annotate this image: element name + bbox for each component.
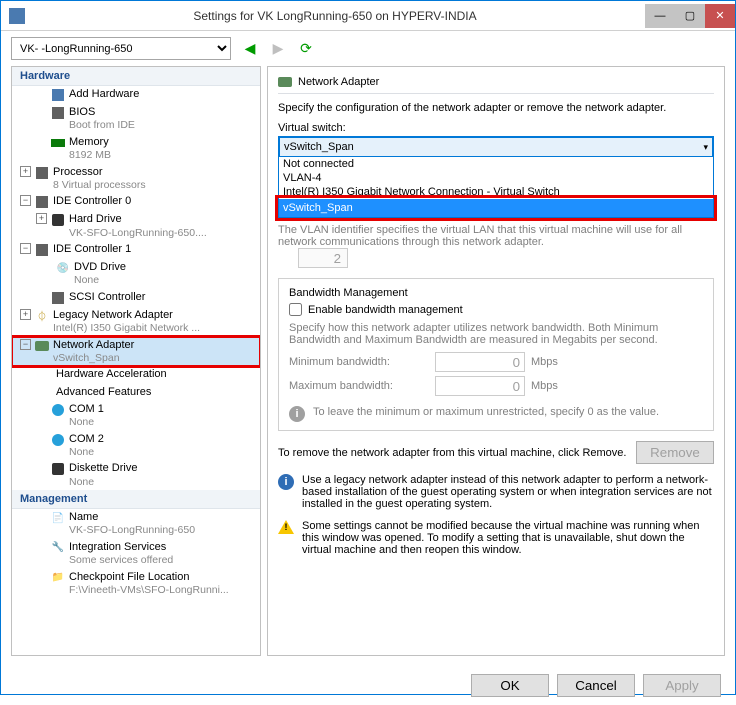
memory-item[interactable]: Memory8192 MB xyxy=(12,134,260,164)
close-button[interactable]: ✕ xyxy=(705,4,735,28)
cancel-button[interactable]: Cancel xyxy=(557,674,635,697)
remove-button: Remove xyxy=(636,441,714,464)
expand-icon[interactable]: + xyxy=(20,166,31,177)
remove-desc: To remove the network adapter from this … xyxy=(278,447,626,459)
vswitch-option-selected[interactable]: vSwitch_Span xyxy=(279,199,713,217)
virtual-switch-dropdown[interactable]: vSwitch_Span ▾ Not connected VLAN-4 Intel… xyxy=(278,136,714,218)
panel-title: Network Adapter xyxy=(298,76,379,88)
ok-button[interactable]: OK xyxy=(471,674,549,697)
min-bandwidth-input xyxy=(435,352,525,372)
dialog-footer: OK Cancel Apply xyxy=(1,666,735,705)
max-bandwidth-input xyxy=(435,376,525,396)
hardware-section: Hardware xyxy=(12,67,260,86)
diskette-item[interactable]: Diskette DriveNone xyxy=(12,460,260,490)
checkpoint-item[interactable]: 📁Checkpoint File LocationF:\Vineeth-VMs\… xyxy=(12,569,260,599)
bandwidth-group: Bandwidth Management Enable bandwidth ma… xyxy=(278,278,714,431)
processor-item[interactable]: +Processor8 Virtual processors xyxy=(12,164,260,194)
ide1-item[interactable]: −IDE Controller 1 xyxy=(12,241,260,259)
bandwidth-title: Bandwidth Management xyxy=(289,287,703,299)
adv-features-item[interactable]: Advanced Features xyxy=(12,384,260,401)
nic-icon xyxy=(278,75,292,89)
add-hardware-item[interactable]: Add Hardware xyxy=(12,86,260,104)
scsi-item[interactable]: SCSI Controller xyxy=(12,289,260,307)
vm-selector[interactable]: VK- -LongRunning-650 xyxy=(11,37,231,60)
chevron-down-icon: ▾ xyxy=(703,142,708,153)
vlan-desc: The VLAN identifier specifies the virtua… xyxy=(278,224,714,248)
management-section: Management xyxy=(12,490,260,509)
info-icon: i xyxy=(278,474,294,490)
nav-back-icon[interactable]: ◀ xyxy=(241,40,259,58)
panel-desc: Specify the configuration of the network… xyxy=(278,102,714,114)
bandwidth-desc: Specify how this network adapter utilize… xyxy=(289,322,703,346)
collapse-icon[interactable]: − xyxy=(20,339,31,350)
network-adapter-item[interactable]: −Network AdaptervSwitch_Span xyxy=(12,337,260,367)
virtual-switch-label: Virtual switch: xyxy=(278,122,714,134)
com2-item[interactable]: COM 2None xyxy=(12,431,260,461)
hardware-tree: Hardware Add Hardware BIOSBoot from IDE … xyxy=(11,66,261,656)
ide0-item[interactable]: −IDE Controller 0 xyxy=(12,193,260,211)
collapse-icon[interactable]: − xyxy=(20,195,31,206)
refresh-icon[interactable]: ⟳ xyxy=(297,40,315,58)
minimize-button[interactable]: — xyxy=(645,4,675,28)
vswitch-option[interactable]: Intel(R) I350 Gigabit Network Connection… xyxy=(279,185,713,199)
legacy-nic-item[interactable]: +⏀Legacy Network AdapterIntel(R) I350 Gi… xyxy=(12,307,260,337)
toolbar: VK- -LongRunning-650 ◀ ▶ ⟳ xyxy=(1,31,735,66)
expand-icon[interactable]: + xyxy=(36,213,47,224)
hard-drive-item[interactable]: +Hard DriveVK-SFO-LongRunning-650.... xyxy=(12,211,260,241)
main-panel: Network Adapter Specify the configuratio… xyxy=(267,66,725,656)
app-icon xyxy=(9,8,25,24)
maximize-button[interactable]: ▢ xyxy=(675,4,705,28)
vswitch-option[interactable]: VLAN-4 xyxy=(279,171,713,185)
apply-button: Apply xyxy=(643,674,721,697)
com1-item[interactable]: COM 1None xyxy=(12,401,260,431)
legacy-info: Use a legacy network adapter instead of … xyxy=(302,474,714,510)
info-icon: i xyxy=(289,406,305,422)
vswitch-option[interactable]: Not connected xyxy=(279,157,713,171)
integration-services-item[interactable]: 🔧Integration ServicesSome services offer… xyxy=(12,539,260,569)
running-warning: Some settings cannot be modified because… xyxy=(302,520,714,556)
hw-accel-item[interactable]: Hardware Acceleration xyxy=(12,366,260,383)
vlan-id-input xyxy=(298,248,348,268)
dvd-drive-item[interactable]: 💿DVD DriveNone xyxy=(12,259,260,289)
bios-item[interactable]: BIOSBoot from IDE xyxy=(12,104,260,134)
expand-icon[interactable]: + xyxy=(20,309,31,320)
bandwidth-checkbox[interactable] xyxy=(289,303,302,316)
collapse-icon[interactable]: − xyxy=(20,243,31,254)
warning-icon: ! xyxy=(278,520,294,534)
name-item[interactable]: 📄NameVK-SFO-LongRunning-650 xyxy=(12,509,260,539)
window-title: Settings for VK LongRunning-650 on HYPER… xyxy=(25,9,645,23)
nav-forward-icon: ▶ xyxy=(269,40,287,58)
titlebar: Settings for VK LongRunning-650 on HYPER… xyxy=(1,1,735,31)
